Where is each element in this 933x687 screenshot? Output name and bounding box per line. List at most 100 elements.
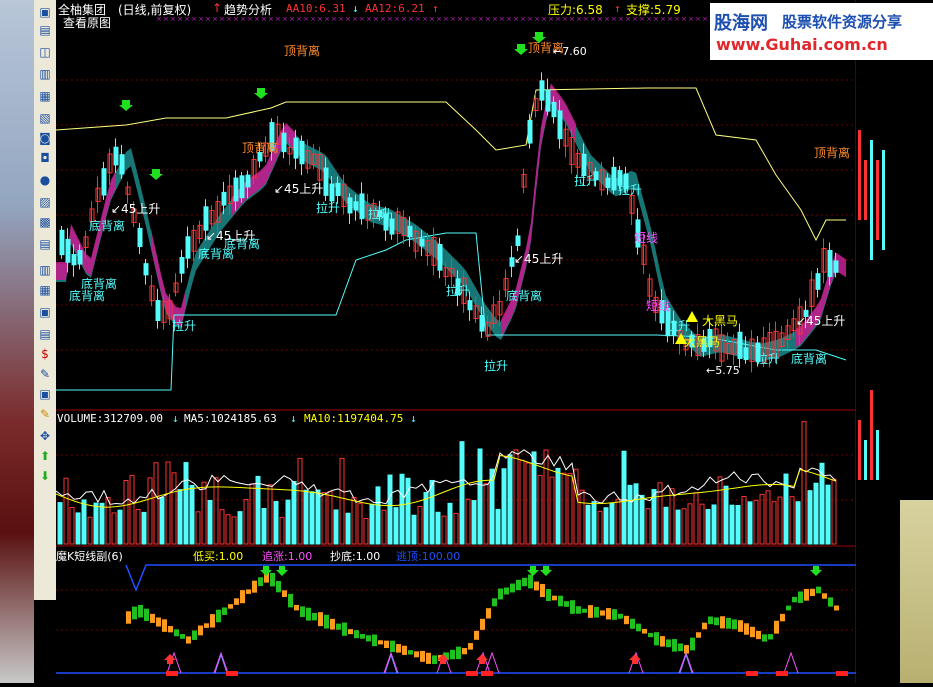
sub-candle xyxy=(612,609,617,620)
volume-bar xyxy=(765,490,771,545)
volume-bar xyxy=(309,491,315,545)
volume-bar xyxy=(351,496,357,545)
pencil-icon[interactable]: ✎ xyxy=(37,406,53,422)
volume-bar xyxy=(327,491,333,545)
sub-candle xyxy=(702,622,707,630)
toolbar-icon-16[interactable]: ▤ xyxy=(37,326,53,342)
sub-candle xyxy=(822,593,827,599)
candlestick xyxy=(335,182,341,197)
x-marker: × xyxy=(296,15,302,23)
sub-candle xyxy=(420,650,425,662)
x-marker: × xyxy=(422,15,428,23)
sub-candle xyxy=(594,606,599,618)
sub-candle xyxy=(168,626,173,633)
x-marker: × xyxy=(380,15,386,23)
x-marker: × xyxy=(198,15,204,23)
sub-candle xyxy=(666,639,671,648)
toolbar-icon-13[interactable]: ▥ xyxy=(37,262,53,278)
volume-bar xyxy=(495,508,501,545)
kline-chart[interactable]: × × × × × × × × × × × × × × × × × × × × × × × × × × × × × × × × × × × × × × × ×… xyxy=(55,0,857,683)
volume-bar xyxy=(429,479,435,545)
sub-candle xyxy=(414,651,419,658)
sub-candle xyxy=(384,640,389,649)
volume-bar xyxy=(57,502,63,545)
sub-up-arrow-icon xyxy=(164,654,176,664)
sub-candle xyxy=(540,583,545,598)
chart-screen[interactable]: × × × × × × × × × × × × × × × × × × × × × × × × × × × × × × × × × × × × × × × ×… xyxy=(55,0,857,683)
toolbar-icon-2[interactable]: ▤ xyxy=(37,22,53,38)
volume-bar xyxy=(453,512,459,545)
volume-bar xyxy=(561,472,567,545)
dollar-icon[interactable]: $ xyxy=(37,346,53,362)
sub-candle xyxy=(372,634,377,647)
ma10-value: MA10:1197404.75 xyxy=(304,412,404,425)
move-icon[interactable]: ✥ xyxy=(37,428,53,444)
toolbar-icon-8[interactable]: ◘ xyxy=(37,150,53,166)
toolbar-icon-15[interactable]: ▣ xyxy=(37,304,53,320)
toolbar-icon-9[interactable]: ● xyxy=(37,172,53,188)
volume-bar xyxy=(459,441,465,545)
volume-value: VOLUME:312709.00 xyxy=(57,412,163,425)
candlestick xyxy=(611,166,617,191)
x-marker: × xyxy=(702,15,708,23)
candlestick xyxy=(743,347,749,361)
x-marker: × xyxy=(681,15,687,23)
volume-bar xyxy=(711,504,717,545)
x-marker: × xyxy=(457,15,463,23)
toolbar-icon-1[interactable]: ▣ xyxy=(37,4,53,20)
volume-bar xyxy=(81,499,87,545)
candlestick xyxy=(113,146,119,166)
sub-arrow-icon xyxy=(276,566,288,576)
volume-bar xyxy=(237,511,243,545)
toolbar-icon-12[interactable]: ▤ xyxy=(37,236,53,252)
volume-bar xyxy=(189,484,195,545)
candlestick xyxy=(329,183,335,202)
toolbar-icon-18[interactable]: ✎ xyxy=(37,366,53,382)
toolbar-icon-5[interactable]: ▦ xyxy=(37,88,53,104)
volume-bar xyxy=(447,502,453,545)
sub-candle xyxy=(744,623,749,635)
chart-annotation: 底背离 xyxy=(69,288,105,303)
volume-bar xyxy=(531,451,537,545)
candlestick xyxy=(179,257,185,274)
bottom-value: 抄底:1.00 xyxy=(330,550,381,563)
arrow-down-icon[interactable]: ⬇ xyxy=(37,468,53,484)
sub-candle xyxy=(756,630,761,640)
candlestick xyxy=(467,300,473,311)
chart-icon[interactable]: ▥ xyxy=(37,66,53,82)
sub-arrow-icon xyxy=(810,566,822,576)
x-marker: × xyxy=(366,15,372,23)
toolbar-icon-7[interactable]: ◙ xyxy=(37,130,53,146)
toolbar-icon-11[interactable]: ▩ xyxy=(37,214,53,230)
sub-candle xyxy=(492,598,497,607)
view-original-button[interactable]: 查看原图 xyxy=(63,14,111,31)
volume-bar xyxy=(363,517,369,545)
volume-bar xyxy=(75,512,81,545)
candlestick xyxy=(557,110,563,140)
sub-candle xyxy=(330,618,335,630)
volume-bar xyxy=(615,498,621,545)
logo-brand: 股海网 xyxy=(714,13,768,34)
candlestick xyxy=(389,218,395,235)
period-label: (日线,前复权) xyxy=(118,3,192,17)
toolbar-icon-14[interactable]: ▦ xyxy=(37,282,53,298)
sub-candle xyxy=(396,644,401,653)
sub-candle xyxy=(726,617,731,629)
candlestick xyxy=(77,250,83,265)
candlestick xyxy=(527,119,533,144)
volume-bar xyxy=(69,506,75,545)
candlestick xyxy=(65,238,71,263)
left-toolbar: ▣ ▤ ◫ ▥ ▦ ▧ ◙ ◘ ● ▨ ▩ ▤ ▥ ▦ ▣ ▤ $ ✎ ▣ ✎ … xyxy=(34,0,57,600)
toolbar-icon-10[interactable]: ▨ xyxy=(37,194,53,210)
toolbar-icon-19[interactable]: ▣ xyxy=(37,386,53,402)
toolbar-icon-3[interactable]: ◫ xyxy=(37,44,53,60)
chart-annotation: 拉升 xyxy=(368,206,392,221)
x-marker: × xyxy=(618,15,624,23)
arrow-up-icon[interactable]: ⬆ xyxy=(37,448,53,464)
volume-bar xyxy=(621,450,627,545)
toolbar-icon-6[interactable]: ▧ xyxy=(37,110,53,126)
sub-candle xyxy=(714,617,719,626)
volume-bar xyxy=(165,461,171,545)
sub-candle xyxy=(198,625,203,636)
sub-candle xyxy=(174,629,179,637)
